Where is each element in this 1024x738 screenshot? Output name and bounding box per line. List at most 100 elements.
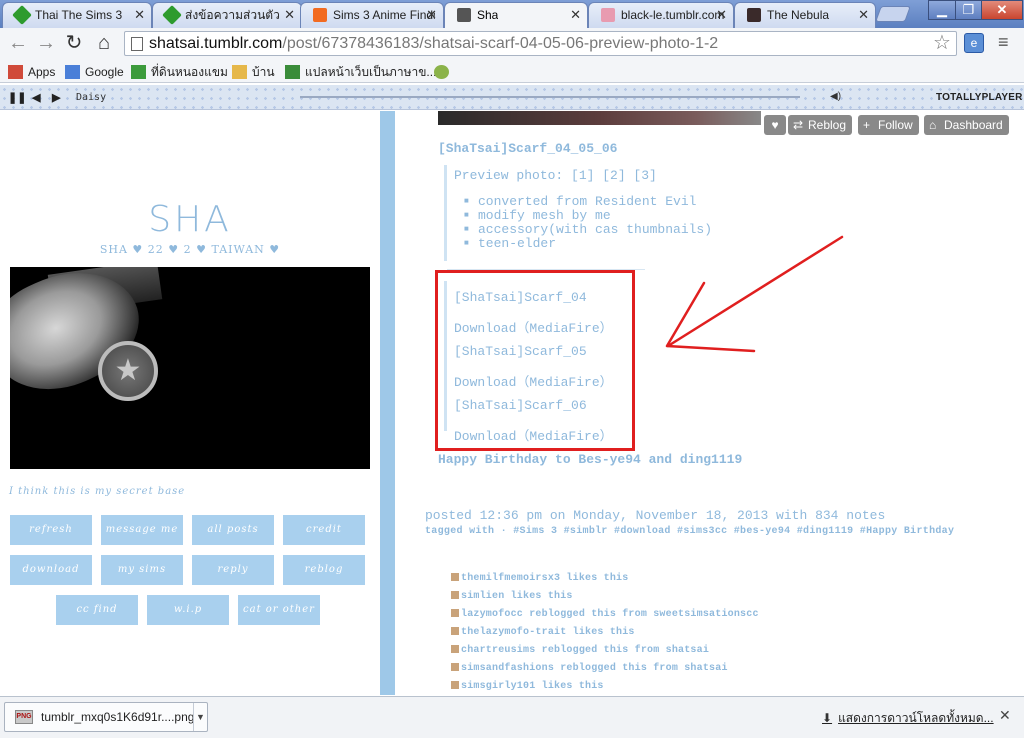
nebula-icon bbox=[747, 8, 761, 22]
tab-private-message[interactable]: ส่งข้อความส่วนตัว ✕ bbox=[152, 2, 302, 28]
tab-black-le[interactable]: black-le.tumblr.com ✕ bbox=[588, 2, 734, 28]
close-download-bar-icon[interactable]: ✕ bbox=[999, 707, 1011, 724]
png-file-icon: PNG bbox=[15, 710, 33, 724]
note-avatar-icon bbox=[451, 645, 459, 653]
bookmark-google[interactable]: Google bbox=[65, 63, 124, 81]
note-item[interactable]: thelazymofo-trait likes this bbox=[451, 627, 635, 638]
note-avatar-icon bbox=[451, 609, 459, 617]
blog-title[interactable]: SHA bbox=[0, 199, 380, 240]
note-text: lazymofocc reblogged this from sweetsims… bbox=[461, 609, 759, 620]
bookmark-extension-icon bbox=[434, 65, 449, 79]
nav-all-posts[interactable]: all posts bbox=[192, 515, 274, 545]
pause-icon[interactable]: ❚❚ bbox=[8, 91, 26, 104]
bookmark-label: บ้าน bbox=[252, 65, 275, 79]
volume-icon[interactable]: ◀) bbox=[830, 91, 841, 102]
next-icon[interactable]: ▶ bbox=[52, 91, 60, 104]
reload-icon[interactable]: ↻ bbox=[62, 32, 86, 56]
previous-icon[interactable]: ◀ bbox=[32, 91, 40, 104]
note-text: thelazymofo-trait likes this bbox=[461, 627, 635, 638]
note-item[interactable]: lazymofocc reblogged this from sweetsims… bbox=[451, 609, 759, 620]
chrome-menu-icon[interactable]: ≡ bbox=[998, 32, 1009, 53]
extension-icon[interactable]: e bbox=[964, 33, 984, 53]
dashboard-button[interactable]: ⌂ Dashboard bbox=[924, 115, 1009, 135]
tab-sha[interactable]: Sha ✕ bbox=[444, 2, 588, 28]
note-item[interactable]: chartreusims reblogged this from shatsai bbox=[451, 645, 709, 656]
download-menu-chevron-icon[interactable]: ▼ bbox=[193, 703, 207, 731]
bookmark-home-folder[interactable]: บ้าน bbox=[232, 63, 275, 81]
like-button[interactable]: ♥ bbox=[764, 115, 786, 135]
show-all-downloads-link[interactable]: ⬇ แสดงการดาวน์โหลดทั้งหมด... bbox=[822, 709, 994, 728]
note-item[interactable]: simsgirly101 likes this bbox=[451, 681, 604, 692]
minimize-button[interactable]: ▁ bbox=[928, 0, 956, 20]
post-tags[interactable]: tagged with · #Sims 3 #simblr #download … bbox=[425, 524, 985, 540]
nav-cat-or-other[interactable]: cat or other bbox=[238, 595, 320, 625]
tab-label: Thai The Sims 3 bbox=[35, 8, 123, 22]
bookmark-apps[interactable]: Apps bbox=[8, 63, 55, 81]
maximize-button[interactable]: ❐ bbox=[955, 0, 982, 20]
url-path: /post/67378436183/shatsai-scarf-04-05-06… bbox=[282, 35, 719, 52]
post-title: [ShaTsai]Scarf_04_05_06 bbox=[438, 141, 618, 156]
close-window-button[interactable]: ✕ bbox=[981, 0, 1023, 20]
nav-reblog[interactable]: reblog bbox=[283, 555, 365, 585]
tab-the-nebula[interactable]: The Nebula ✕ bbox=[734, 2, 876, 28]
note-text: simsgirly101 likes this bbox=[461, 681, 604, 692]
bookmark-land[interactable]: ที่ดินหนองแขม bbox=[131, 63, 228, 81]
note-text: simsandfashions reblogged this from shat… bbox=[461, 663, 728, 674]
tab-label: Sha bbox=[477, 8, 499, 22]
annotation-highlight-box bbox=[435, 270, 635, 451]
note-item[interactable]: simsandfashions reblogged this from shat… bbox=[451, 663, 728, 674]
note-item[interactable]: themilfmemoirsx3 likes this bbox=[451, 573, 628, 584]
tab-label: black-le.tumblr.com bbox=[621, 8, 725, 22]
forward-arrow-icon[interactable]: → bbox=[34, 32, 58, 56]
blog-sidebar: SHA SHA ♥ 22 ♥ 2 ♥ TAIWAN ♥ ★ I think th… bbox=[0, 111, 380, 695]
note-avatar-icon bbox=[451, 591, 459, 599]
star-badge-icon: ★ bbox=[98, 341, 158, 401]
nav-wip[interactable]: w.i.p bbox=[147, 595, 229, 625]
nav-reply[interactable]: reply bbox=[192, 555, 274, 585]
home-icon[interactable]: ⌂ bbox=[92, 32, 116, 56]
note-avatar-icon bbox=[451, 573, 459, 581]
post-meta[interactable]: posted 12:36 pm on Monday, November 18, … bbox=[425, 508, 885, 523]
post-photo[interactable] bbox=[438, 111, 761, 125]
back-arrow-icon[interactable]: ← bbox=[6, 32, 30, 56]
reblog-icon: ⇄ bbox=[793, 118, 804, 132]
player-seek-bar[interactable] bbox=[300, 96, 800, 98]
tab-thai-the-sims-3[interactable]: Thai The Sims 3 ✕ bbox=[2, 2, 152, 28]
close-icon[interactable]: ✕ bbox=[426, 3, 437, 27]
sidebar-image: ★ bbox=[10, 267, 370, 469]
bookmark-extension[interactable] bbox=[434, 63, 454, 81]
home-icon: ⌂ bbox=[929, 118, 937, 132]
close-icon[interactable]: ✕ bbox=[134, 3, 145, 27]
nav-refresh[interactable]: refresh bbox=[10, 515, 92, 545]
close-icon[interactable]: ✕ bbox=[284, 3, 295, 27]
note-avatar-icon bbox=[451, 663, 459, 671]
note-text: themilfmemoirsx3 likes this bbox=[461, 573, 629, 584]
nav-download[interactable]: download bbox=[10, 555, 92, 585]
close-icon[interactable]: ✕ bbox=[716, 3, 727, 27]
tab-sims-3-anime-finds[interactable]: Sims 3 Anime Finds ✕ bbox=[300, 2, 444, 28]
close-icon[interactable]: ✕ bbox=[858, 3, 869, 27]
nav-cc-find[interactable]: cc find bbox=[56, 595, 138, 625]
new-tab-button[interactable] bbox=[875, 6, 911, 22]
show-all-label: แสดงการดาวน์โหลดทั้งหมด... bbox=[838, 711, 994, 725]
bookmarks-bar: Apps Google ที่ดินหนองแขม บ้าน แปลหน้าเว… bbox=[0, 60, 1024, 83]
reblog-button[interactable]: ⇄ Reblog bbox=[788, 115, 853, 135]
nav-message-me[interactable]: message me bbox=[101, 515, 183, 545]
nav-my-sims[interactable]: my sims bbox=[101, 555, 183, 585]
follow-button[interactable]: + Follow bbox=[858, 115, 919, 135]
note-item[interactable]: simlien likes this bbox=[451, 591, 573, 602]
download-bar: PNG tumblr_mxq0s1K6d91r....png ▼ ⬇ แสดงกา… bbox=[0, 696, 1024, 738]
download-item[interactable]: PNG tumblr_mxq0s1K6d91r....png ▼ bbox=[4, 702, 208, 732]
music-player-bar: ❚❚ ◀ ▶ Daisy ◀) TOTALLYPLAYER bbox=[0, 85, 1024, 110]
birthday-message: Happy Birthday to Bes-ye94 and ding1119 bbox=[438, 452, 743, 467]
note-avatar-icon bbox=[451, 627, 459, 635]
address-bar[interactable]: shatsai.tumblr.com/post/67378436183/shat… bbox=[124, 31, 957, 56]
preview-photo-links[interactable]: Preview photo: [1] [2] [3] bbox=[454, 168, 657, 183]
note-text: simlien likes this bbox=[461, 591, 573, 602]
track-title: Daisy bbox=[76, 92, 107, 103]
plus-icon: + bbox=[863, 118, 871, 132]
bookmark-star-icon[interactable]: ☆ bbox=[933, 30, 951, 55]
nav-credit[interactable]: credit bbox=[283, 515, 365, 545]
close-icon[interactable]: ✕ bbox=[570, 3, 581, 27]
bookmark-translate[interactable]: แปลหน้าเว็บเป็นภาษาข... bbox=[285, 63, 436, 81]
